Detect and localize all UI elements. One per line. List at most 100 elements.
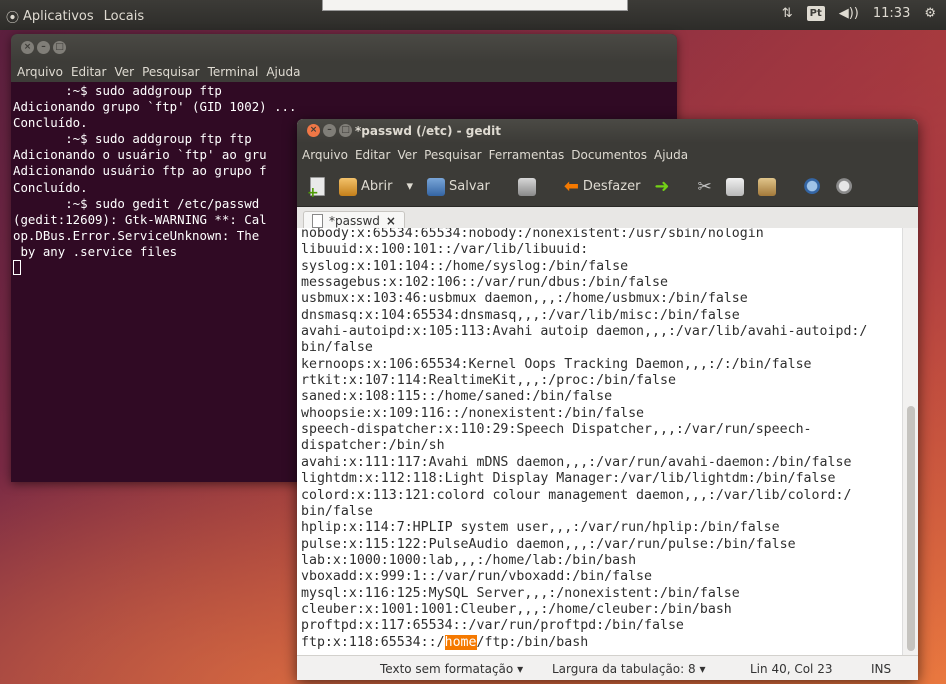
gear-icon[interactable]: ⚙ (924, 6, 936, 21)
chevron-down-icon: ▾ (517, 662, 524, 676)
menu-editar[interactable]: Editar (71, 65, 107, 79)
folder-icon (339, 177, 357, 196)
print-button[interactable] (513, 176, 541, 198)
terminal-menubar: Arquivo Editar Ver Pesquisar Terminal Aj… (11, 62, 677, 82)
editor-text-span: ftp:x:118:65534::/ (301, 634, 445, 650)
menu-ferramentas[interactable]: Ferramentas (489, 148, 565, 162)
menu-ver[interactable]: Ver (114, 65, 134, 79)
menu-arquivo[interactable]: Arquivo (17, 65, 63, 79)
editor-line: speech-dispatcher:x:110:29:Speech Dispat… (301, 422, 812, 438)
editor-line: colord:x:113:121:colord colour managemen… (301, 487, 852, 503)
syntax-label: Texto sem formatação (380, 662, 514, 676)
editor-line: dnsmasq:x:104:65534:dnsmasq,,,:/var/lib/… (301, 307, 740, 323)
printer-icon (517, 177, 536, 196)
editor-line: proftpd:x:117:65534::/var/run/proftpd:/b… (301, 618, 684, 634)
menu-pesquisar[interactable]: Pesquisar (424, 148, 482, 162)
toolbar: Abrir ▾ Salvar ⬅ Desfazer ➜ ✂ (297, 167, 918, 207)
editor-line: nobody:x:65534:65534:nobody:/nonexistent… (301, 228, 764, 241)
selected-text: home (444, 634, 477, 650)
keyboard-layout-indicator[interactable]: Pt (806, 6, 825, 21)
document-icon (312, 214, 323, 228)
undo-label: Desfazer (582, 179, 641, 194)
undo-button[interactable]: ⬅ Desfazer (559, 174, 646, 199)
network-icon[interactable]: ⇅ (782, 6, 793, 21)
applications-label: Aplicativos (23, 9, 94, 24)
speaker-icon[interactable]: ◀)) (839, 6, 859, 21)
editor-line: saned:x:108:115::/home/saned:/bin/false (301, 389, 613, 405)
redo-button[interactable]: ➜ (649, 174, 674, 199)
clock[interactable]: 11:33 (873, 6, 910, 21)
editor-text-span: /ftp:/bin/bash (476, 634, 589, 650)
tab-width-selector[interactable]: Largura da tabulação: 8 ▾ (552, 662, 705, 676)
open-label: Abrir (361, 179, 393, 194)
minimize-icon[interactable]: – (37, 41, 50, 54)
applications-menu[interactable]: ⦿ Aplicativos (6, 7, 94, 26)
editor-line: usbmux:x:103:46:usbmux daemon,,,:/home/u… (301, 291, 748, 307)
close-icon[interactable]: × (21, 41, 34, 54)
terminal-titlebar[interactable]: × – □ (11, 34, 677, 62)
terminal-cursor (13, 260, 21, 276)
menu-documentos[interactable]: Documentos (571, 148, 647, 162)
terminal-line: :~$ sudo addgroup ftp (13, 83, 222, 98)
menu-ajuda[interactable]: Ajuda (654, 148, 688, 162)
copy-icon (725, 177, 744, 196)
scissors-icon: ✂ (697, 176, 712, 197)
undo-icon: ⬅ (563, 176, 579, 197)
open-button[interactable]: Abrir (334, 176, 397, 198)
editor-line: dispatcher:/bin/sh (301, 438, 445, 454)
editor-line: bin/false (301, 503, 373, 519)
editor-line: avahi:x:111:117:Avahi mDNS daemon,,,:/va… (301, 454, 852, 470)
paste-button[interactable] (753, 176, 781, 198)
menu-ver[interactable]: Ver (397, 148, 417, 162)
editor-line: hplip:x:114:7:HPLIP system user,,,:/var/… (301, 520, 780, 536)
copy-button[interactable] (721, 176, 749, 198)
editor-line: pulse:x:115:122:PulseAudio daemon,,,:/va… (301, 536, 796, 552)
insert-mode: INS (871, 662, 892, 676)
tab-width-label: Largura da tabulação: 8 (552, 662, 696, 676)
editor-line: messagebus:x:102:106::/var/run/dbus:/bin… (301, 275, 668, 291)
open-recent-dropdown[interactable]: ▾ (401, 177, 418, 196)
minimize-icon[interactable]: – (323, 124, 336, 137)
editor-line: lab:x:1000:1000:lab,,,:/home/lab:/bin/ba… (301, 552, 637, 568)
syntax-selector[interactable]: Texto sem formatação ▾ (380, 662, 523, 676)
gedit-window: × – □ *passwd (/etc) - gedit Arquivo Edi… (297, 119, 918, 680)
menu-editar[interactable]: Editar (355, 148, 391, 162)
close-icon[interactable]: × (307, 124, 320, 137)
text-editor[interactable]: nobody:x:65534:65534:nobody:/nonexistent… (297, 228, 902, 655)
maximize-icon[interactable]: □ (53, 41, 66, 54)
editor-line: libuuid:x:100:101::/var/lib/libuuid: (301, 242, 589, 258)
find-button[interactable] (799, 176, 827, 198)
new-document-icon (307, 177, 325, 201)
window-title: *passwd (/etc) - gedit (355, 124, 501, 138)
paste-icon (757, 177, 776, 196)
replace-icon (835, 177, 854, 196)
save-button[interactable]: Salvar (422, 176, 495, 198)
editor-line: lightdm:x:112:118:Light Display Manager:… (301, 471, 836, 487)
editor-line: vboxadd:x:999:1::/var/run/vboxadd:/bin/f… (301, 569, 652, 585)
scrollbar-thumb[interactable] (907, 406, 915, 651)
popup-strip (322, 0, 628, 11)
chevron-down-icon: ▾ (406, 179, 413, 194)
close-tab-icon[interactable]: × (386, 214, 396, 228)
editor-line: syslog:x:101:104::/home/syslog:/bin/fals… (301, 258, 629, 274)
editor-line: ftp:x:118:65534::/home/ftp:/bin/bash (301, 634, 902, 651)
editor-line: avahi-autoipd:x:105:113:Avahi autoip dae… (301, 324, 868, 340)
places-menu[interactable]: Locais (104, 7, 144, 26)
editor-line: cleuber:x:1001:1001:Cleuber,,,:/home/cle… (301, 601, 732, 617)
editor-line: whoopsie:x:109:116::/nonexistent:/bin/fa… (301, 405, 645, 421)
terminal-line: Adicionando grupo `ftp' (GID 1002) ... (13, 99, 297, 115)
replace-button[interactable] (831, 176, 859, 198)
maximize-icon[interactable]: □ (339, 124, 352, 137)
vertical-scrollbar[interactable] (902, 228, 918, 655)
menu-terminal[interactable]: Terminal (208, 65, 259, 79)
menu-ajuda[interactable]: Ajuda (266, 65, 300, 79)
menu-arquivo[interactable]: Arquivo (302, 148, 348, 162)
gedit-titlebar[interactable]: × – □ *passwd (/etc) - gedit (297, 119, 918, 143)
new-button[interactable] (305, 175, 330, 201)
menu-pesquisar[interactable]: Pesquisar (142, 65, 200, 79)
tab-bar: *passwd × (297, 207, 918, 230)
cursor-position: Lin 40, Col 23 (750, 662, 833, 676)
chevron-down-icon: ▾ (699, 662, 706, 676)
editor-line: kernoops:x:106:65534:Kernel Oops Trackin… (301, 356, 812, 372)
cut-button[interactable]: ✂ (693, 175, 717, 199)
